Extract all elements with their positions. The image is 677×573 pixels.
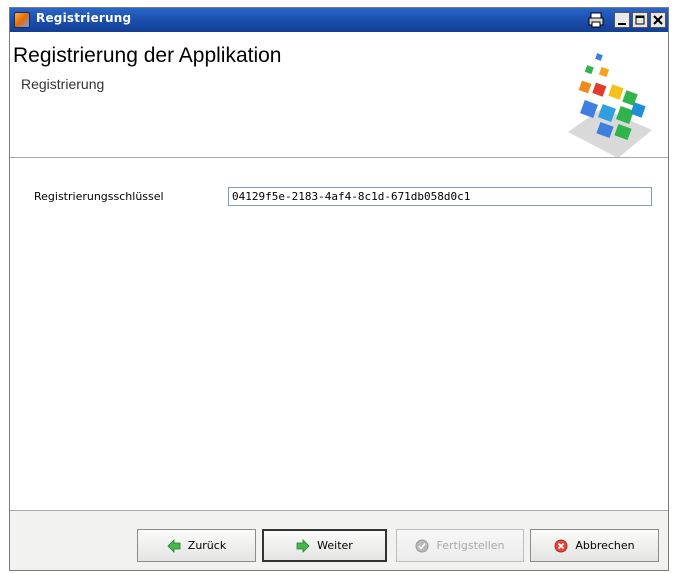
check-circle-icon (415, 539, 429, 552)
registration-key-label: Registrierungsschlüssel (34, 190, 164, 203)
finish-button[interactable]: Fertigstellen (396, 529, 524, 562)
next-button-label: Weiter (317, 539, 353, 552)
registration-window: Registrierung Registrierung der Applikat… (9, 7, 669, 571)
arrow-right-icon (296, 538, 310, 553)
print-icon[interactable] (588, 12, 604, 28)
cancel-button-label: Abbrechen (575, 539, 635, 552)
close-icon[interactable] (650, 12, 666, 28)
back-button-label: Zurück (187, 539, 227, 552)
app-icon (14, 12, 30, 28)
cancel-button[interactable]: Abbrechen (530, 529, 659, 562)
wizard-header: Registrierung der Applikation Registrier… (10, 32, 668, 158)
cancel-circle-icon (554, 539, 568, 552)
registration-key-input[interactable] (228, 187, 652, 206)
wizard-content: Registrierungsschlüssel (10, 158, 668, 510)
next-button[interactable]: Weiter (262, 529, 387, 562)
maximize-icon[interactable] (632, 12, 648, 28)
page-subtitle: Registrierung (21, 76, 105, 92)
colored-cubes-logo (568, 53, 652, 158)
page-title: Registrierung der Applikation (13, 44, 282, 67)
title-bar[interactable]: Registrierung (10, 8, 668, 32)
arrow-left-icon (167, 538, 181, 553)
wizard-footer: Zurück Weiter Fertigstellen Abbrechen (10, 511, 668, 570)
finish-button-label: Fertigstellen (436, 539, 505, 552)
window-title: Registrierung (36, 11, 132, 25)
back-button[interactable]: Zurück (137, 529, 256, 562)
minimize-icon[interactable] (614, 12, 630, 28)
